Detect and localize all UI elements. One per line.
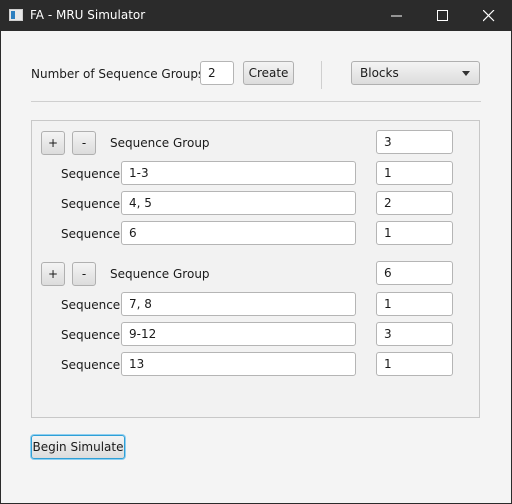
mode-select-value: Blocks [360,66,399,80]
remove-sequence-button[interactable]: - [72,131,96,155]
window-title: FA - MRU Simulator [30,8,146,22]
sequence-label: Sequence [61,227,121,241]
close-icon [483,10,495,22]
maximize-icon [437,10,448,21]
sequence-label: Sequence [61,197,121,211]
header-divider [321,61,322,89]
close-button[interactable] [466,0,512,31]
sequence-count-input[interactable]: 1 [376,221,453,245]
minimize-icon [391,15,402,17]
sequence-count-input[interactable]: 3 [376,322,453,346]
chevron-down-icon [462,71,470,76]
groups-count-label: Number of Sequence Groups [31,67,205,81]
add-sequence-button[interactable]: + [41,262,65,286]
groups-count-input[interactable]: 2 [200,61,234,85]
maximize-button[interactable] [420,0,466,31]
add-sequence-button[interactable]: + [41,131,65,155]
sequence-label: Sequence [61,328,121,342]
begin-simulate-button[interactable]: Begin Simulate [31,435,125,459]
sequence-count-input[interactable]: 2 [376,191,453,215]
sequence-group-label: Sequence Group [110,136,210,150]
sequence-count-input[interactable]: 1 [376,352,453,376]
remove-sequence-button[interactable]: - [72,262,96,286]
sequence-range-input[interactable]: 4, 5 [121,191,356,215]
sequence-label: Sequence [61,298,121,312]
title-bar: FA - MRU Simulator [0,0,512,31]
group-count-input[interactable]: 6 [376,261,453,285]
sequence-count-input[interactable]: 1 [376,161,453,185]
sequence-label: Sequence [61,358,121,372]
sequence-range-input[interactable]: 9-12 [121,322,356,346]
group-count-input[interactable]: 3 [376,130,453,154]
sequence-label: Sequence [61,167,121,181]
sequence-count-input[interactable]: 1 [376,292,453,316]
minimize-button[interactable] [374,0,420,31]
mode-select[interactable]: Blocks [351,61,480,85]
app-icon [9,9,23,21]
sequence-range-input[interactable]: 13 [121,352,356,376]
sequence-range-input[interactable]: 6 [121,221,356,245]
create-button[interactable]: Create [243,61,294,85]
main-content: Number of Sequence Groups 2 Create Block… [1,31,511,503]
sequence-range-input[interactable]: 1-3 [121,161,356,185]
sequence-group-label: Sequence Group [110,267,210,281]
sequence-range-input[interactable]: 7, 8 [121,292,356,316]
section-divider [31,101,481,102]
